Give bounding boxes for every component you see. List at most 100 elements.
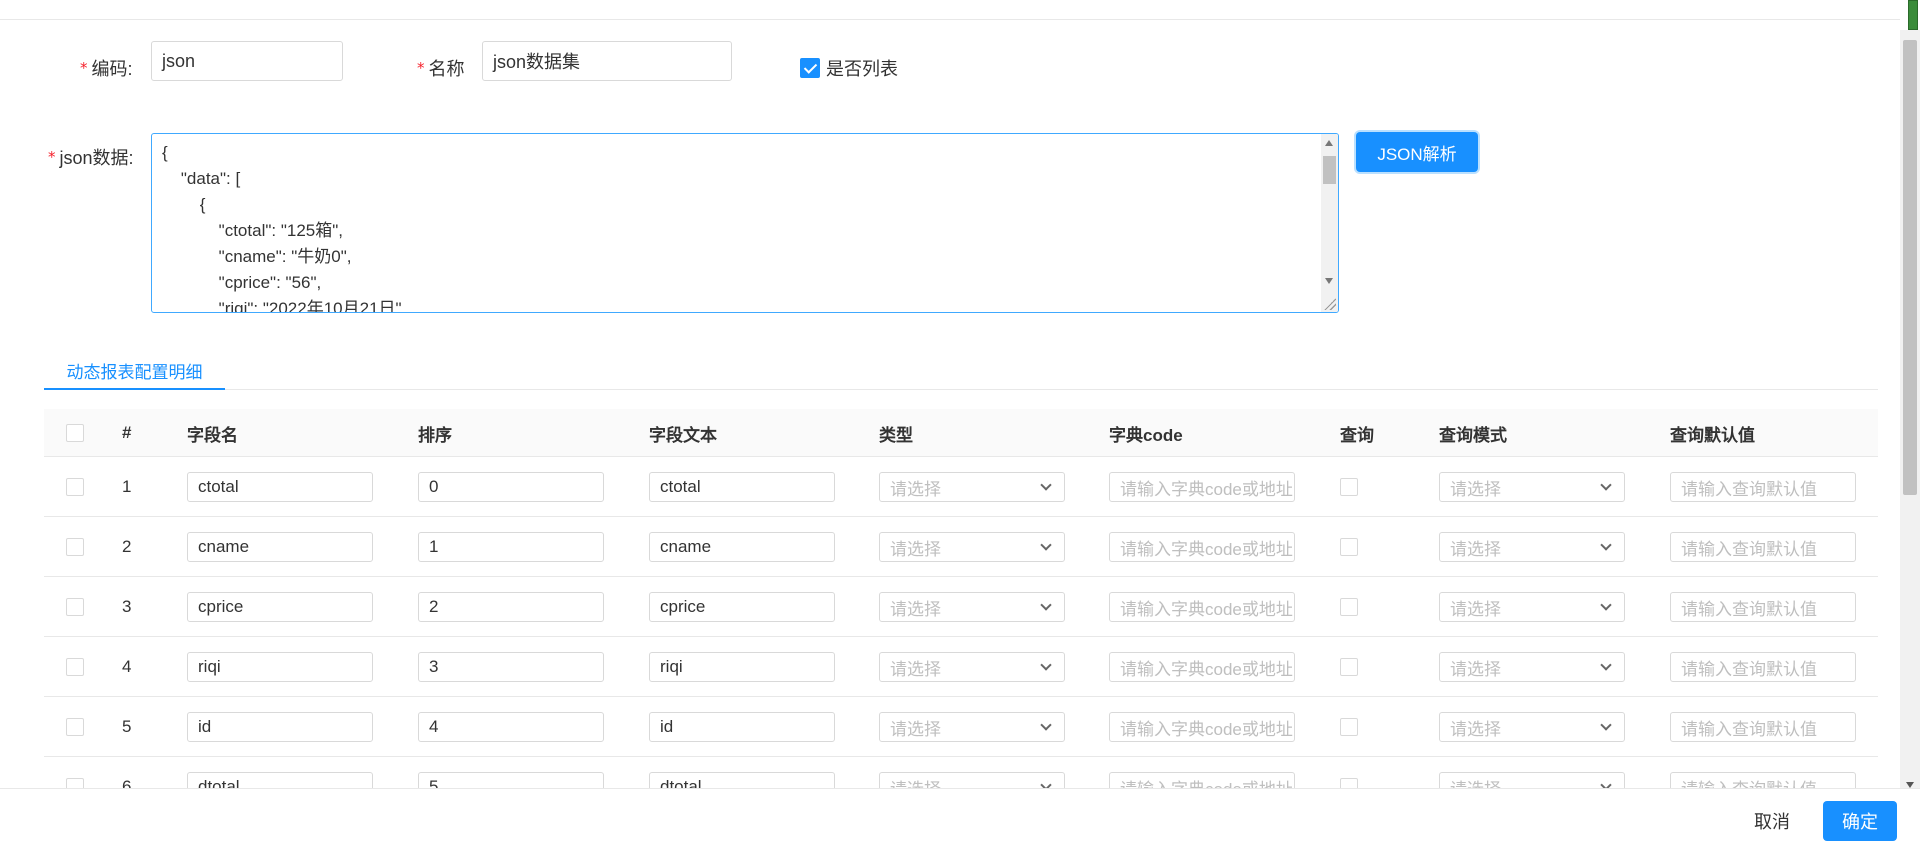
chevron-down-icon: [1600, 779, 1612, 788]
order-cell: 0: [418, 457, 604, 517]
chevron-down-icon: [1040, 659, 1052, 671]
order-input[interactable]: 2: [418, 592, 604, 622]
order-input[interactable]: 3: [418, 652, 604, 682]
row-checkbox[interactable]: [66, 778, 84, 788]
field-name-input[interactable]: id: [187, 712, 373, 742]
query-default-input[interactable]: 请输入查询默认值: [1670, 532, 1856, 562]
scroll-up-arrow-icon[interactable]: [1325, 140, 1333, 146]
field-text-input[interactable]: cprice: [649, 592, 835, 622]
dict-code-input[interactable]: 请输入字典code或地址: [1109, 592, 1295, 622]
query-mode-select[interactable]: 请选择: [1439, 712, 1625, 742]
query-checkbox[interactable]: [1340, 778, 1358, 788]
type-select[interactable]: 请选择: [879, 532, 1065, 562]
dict-code-input[interactable]: 请输入字典code或地址: [1109, 652, 1295, 682]
row-select-cell[interactable]: [66, 757, 84, 788]
type-select[interactable]: 请选择: [879, 712, 1065, 742]
field-name-input[interactable]: dtotal: [187, 772, 373, 788]
row-select-cell[interactable]: [66, 697, 84, 757]
field-text-input[interactable]: id: [649, 712, 835, 742]
row-select-cell[interactable]: [66, 637, 84, 697]
field-text-input[interactable]: ctotal: [649, 472, 835, 502]
field-text-input[interactable]: riqi: [649, 652, 835, 682]
cancel-button[interactable]: 取消: [1740, 801, 1804, 841]
code-input[interactable]: json: [151, 41, 343, 81]
textarea-scrollbar[interactable]: [1321, 134, 1338, 312]
col-type: 类型: [879, 425, 913, 445]
query-mode-select[interactable]: 请选择: [1439, 652, 1625, 682]
field-name-input[interactable]: ctotal: [187, 472, 373, 502]
page-scroll-thumb[interactable]: [1903, 40, 1917, 495]
row-select-cell[interactable]: [66, 517, 84, 577]
row-select-cell[interactable]: [66, 457, 84, 517]
field-text-input[interactable]: cname: [649, 532, 835, 562]
dict-code-input[interactable]: 请输入字典code或地址: [1109, 712, 1295, 742]
row-checkbox[interactable]: [66, 538, 84, 556]
field-text-cell: riqi: [649, 637, 835, 697]
query-default-input[interactable]: 请输入查询默认值: [1670, 472, 1856, 502]
field-name-input[interactable]: cprice: [187, 592, 373, 622]
confirm-button[interactable]: 确定: [1823, 801, 1897, 841]
select-all-checkbox[interactable]: [66, 424, 84, 442]
scroll-down-arrow-icon[interactable]: [1325, 278, 1333, 284]
scroll-thumb[interactable]: [1323, 156, 1336, 184]
chevron-down-icon: [1600, 599, 1612, 611]
query-mode-select[interactable]: 请选择: [1439, 772, 1625, 788]
dict-code-input[interactable]: 请输入字典code或地址: [1109, 532, 1295, 562]
query-checkbox[interactable]: [1340, 598, 1358, 616]
query-checkbox[interactable]: [1340, 718, 1358, 736]
json-data-content[interactable]: { "data": [ { "ctotal": "125箱", "cname":…: [152, 134, 1338, 312]
query-checkbox[interactable]: [1340, 478, 1358, 496]
col-field-text: 字段文本: [649, 425, 717, 445]
checkbox-checked-icon[interactable]: [800, 58, 820, 78]
query-default-input[interactable]: 请输入查询默认值: [1670, 712, 1856, 742]
row-index: 3: [122, 597, 132, 616]
field-text-input[interactable]: dtotal: [649, 772, 835, 788]
dict-code-input[interactable]: 请输入字典code或地址: [1109, 772, 1295, 788]
order-cell: 3: [418, 637, 604, 697]
field-text-cell: dtotal: [649, 757, 835, 788]
row-checkbox[interactable]: [66, 478, 84, 496]
query-mode-select[interactable]: 请选择: [1439, 592, 1625, 622]
row-checkbox[interactable]: [66, 718, 84, 736]
query-default-input[interactable]: 请输入查询默认值: [1670, 772, 1856, 788]
query-mode-placeholder: 请选择: [1450, 539, 1501, 559]
order-input[interactable]: 4: [418, 712, 604, 742]
json-data-textarea[interactable]: { "data": [ { "ctotal": "125箱", "cname":…: [151, 133, 1339, 313]
query-checkbox[interactable]: [1340, 658, 1358, 676]
row-checkbox[interactable]: [66, 658, 84, 676]
field-name-input[interactable]: riqi: [187, 652, 373, 682]
row-checkbox[interactable]: [66, 598, 84, 616]
query-mode-select[interactable]: 请选择: [1439, 532, 1625, 562]
query-default-input[interactable]: 请输入查询默认值: [1670, 652, 1856, 682]
type-select[interactable]: 请选择: [879, 652, 1065, 682]
order-input[interactable]: 1: [418, 532, 604, 562]
type-select[interactable]: 请选择: [879, 472, 1065, 502]
query-mode-select[interactable]: 请选择: [1439, 472, 1625, 502]
type-select[interactable]: 请选择: [879, 592, 1065, 622]
dict-code-cell: 请输入字典code或地址: [1109, 637, 1295, 697]
query-default-cell: 请输入查询默认值: [1670, 697, 1856, 757]
json-parse-button[interactable]: JSON解析: [1356, 132, 1478, 172]
order-input[interactable]: 0: [418, 472, 604, 502]
is-list-label: 是否列表: [826, 59, 898, 79]
table-row: 2 cname 1 cname 请选择 请输入字典code或地址 请选择 请输入查询默认值: [44, 517, 1878, 577]
chevron-down-icon: [1040, 779, 1052, 788]
resize-grip-icon[interactable]: [1324, 298, 1336, 310]
is-list-checkbox[interactable]: 是否列表: [800, 48, 898, 88]
row-select-cell[interactable]: [66, 577, 84, 637]
page-scrollbar[interactable]: [1900, 30, 1920, 788]
tab-report-config-detail[interactable]: 动态报表配置明细: [44, 352, 225, 390]
query-cell: [1340, 457, 1358, 517]
select-all-cell[interactable]: [66, 409, 84, 457]
name-input[interactable]: json数据集: [482, 41, 732, 81]
dict-code-input[interactable]: 请输入字典code或地址: [1109, 472, 1295, 502]
chevron-down-icon: [1600, 479, 1612, 491]
field-text-cell: cprice: [649, 577, 835, 637]
query-default-input[interactable]: 请输入查询默认值: [1670, 592, 1856, 622]
order-input[interactable]: 5: [418, 772, 604, 788]
field-name-cell: id: [187, 697, 373, 757]
type-select[interactable]: 请选择: [879, 772, 1065, 788]
query-checkbox[interactable]: [1340, 538, 1358, 556]
field-name-input[interactable]: cname: [187, 532, 373, 562]
chevron-down-icon: [1040, 599, 1052, 611]
